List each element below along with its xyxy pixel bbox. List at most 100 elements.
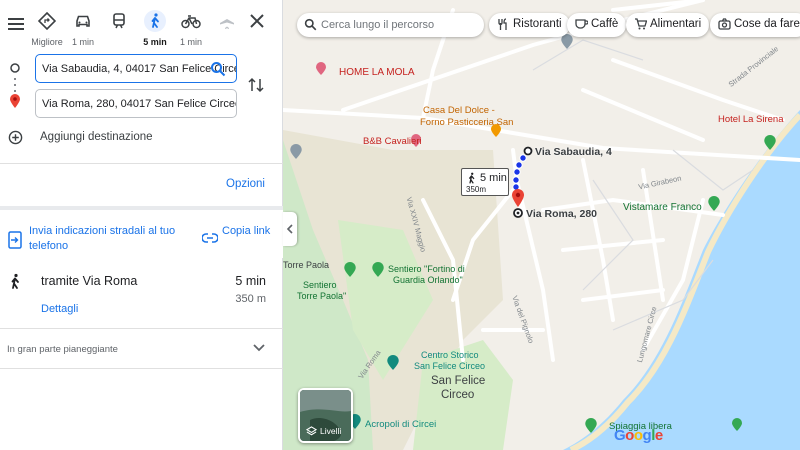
park-pin-icon[interactable] <box>343 262 357 278</box>
camera-icon <box>718 18 731 30</box>
chip-cafes[interactable]: Caffè <box>567 13 627 37</box>
layers-label: Livelli <box>320 426 342 436</box>
mode-label: 1 min <box>179 37 202 47</box>
diamond-route-icon <box>37 11 57 31</box>
route-distance: 350 m <box>235 293 266 305</box>
close-icon[interactable] <box>248 12 266 30</box>
label-fortino-2: Guardia Orlando" <box>393 275 463 285</box>
label-centro-1: Centro Storico <box>421 350 479 360</box>
label-centro-2: San Felice Circeo <box>414 361 486 371</box>
destination-value: Via Roma, 280, 04017 San Felice Circeo L… <box>42 98 237 110</box>
car-icon <box>76 15 90 27</box>
chevron-down-icon <box>253 344 265 352</box>
divider <box>0 368 283 369</box>
mode-label <box>208 37 246 47</box>
origin-input[interactable]: Via Sabaudia, 4, 04017 San Felice Circeo… <box>35 54 237 83</box>
route-callout[interactable]: 5 min 350m <box>461 168 509 196</box>
link-icon <box>202 233 218 243</box>
pin-icon[interactable] <box>731 418 743 432</box>
label-san-felice-1: San Felice <box>431 375 486 387</box>
mode-best[interactable]: Migliore <box>28 11 66 47</box>
details-link[interactable]: Dettagli <box>41 303 78 315</box>
label-bb-cavalieri: B&B Cavalieri <box>363 136 422 147</box>
park-pin-icon[interactable] <box>584 418 598 434</box>
route-option[interactable]: tramite Via Roma 5 min 350 m Dettagli <box>0 262 283 328</box>
share-section: Invia indicazioni stradali al tuo telefo… <box>0 206 283 258</box>
search-placeholder: Cerca lungo il percorso <box>321 19 435 31</box>
mode-label: 1 min <box>71 37 94 47</box>
route-time: 5 min <box>235 274 266 288</box>
hotel-pin-icon[interactable] <box>315 62 327 76</box>
options-button[interactable]: Opzioni <box>226 178 265 190</box>
airplane-icon <box>220 13 234 29</box>
label-sentiero-2: Torre Paola" <box>297 291 347 301</box>
send-to-phone-label: Invia indicazioni stradali al tuo telefo… <box>29 225 176 252</box>
label-origin-marker: Via Sabaudia, 4 <box>535 146 612 158</box>
label-sentiero-1: Sentiero <box>303 280 337 290</box>
menu-icon[interactable] <box>6 14 26 34</box>
label-torre-paola: Torre Paola <box>283 260 330 270</box>
cart-icon <box>635 18 647 30</box>
destination-input[interactable]: Via Roma, 280, 04017 San Felice Circeo L… <box>35 89 237 118</box>
route-title: tramite Via Roma <box>41 274 138 288</box>
mode-car[interactable]: 1 min <box>64 12 102 47</box>
callout-time: 5 min <box>480 172 507 184</box>
mode-label: Migliore <box>31 37 63 47</box>
chip-groceries[interactable]: Alimentari <box>626 13 710 37</box>
walk-icon <box>469 172 475 184</box>
collapse-panel-button[interactable] <box>283 212 297 246</box>
chip-things-to-do[interactable]: Cose da fare <box>710 13 800 37</box>
mode-label: 5 min <box>143 37 167 47</box>
swap-icon[interactable] <box>248 76 264 94</box>
search-along-route-input[interactable]: Cerca lungo il percorso <box>297 13 484 37</box>
chevron-left-icon <box>286 224 293 234</box>
terrain-note: In gran parte pianeggiante <box>7 344 118 355</box>
callout-distance: 350m <box>466 185 487 194</box>
coffee-icon <box>575 19 588 29</box>
label-vistamare: Vistamare Franco <box>623 202 702 213</box>
origin-value: Via Sabaudia, 4, 04017 San Felice Circeo… <box>42 63 236 75</box>
google-logo: Google <box>614 427 663 444</box>
label-casa-dolce-1: Casa Del Dolce - <box>423 105 495 116</box>
travel-modes: Migliore 1 min 5 min 1 min <box>0 10 283 50</box>
phone-send-icon <box>8 231 22 249</box>
add-destination-label: Aggiungi destinazione <box>40 131 153 143</box>
label-home-la-mola: HOME LA MOLA <box>339 67 415 78</box>
mode-transit[interactable] <box>100 12 138 47</box>
copy-link-button[interactable]: Copia link <box>202 224 276 260</box>
park-pin-icon[interactable] <box>763 135 777 151</box>
origin-marker <box>523 146 533 156</box>
directions-panel: Migliore 1 min 5 min 1 min Via Sabaudia,… <box>0 0 283 450</box>
layers-button[interactable]: Livelli <box>298 388 353 443</box>
landmark-pin-icon[interactable] <box>386 355 400 371</box>
send-to-phone-button[interactable]: Invia indicazioni stradali al tuo telefo… <box>8 224 193 260</box>
walk-icon <box>11 273 19 289</box>
chip-label: Caffè <box>591 18 619 30</box>
place-pin-icon[interactable] <box>560 34 574 50</box>
add-destination-button[interactable]: Aggiungi destinazione <box>8 129 268 147</box>
label-san-felice-2: Circeo <box>441 389 475 401</box>
mode-walk[interactable]: 5 min <box>136 10 174 47</box>
divider <box>0 328 283 329</box>
label-hotel-sirena: Hotel La Sirena <box>718 114 784 125</box>
terrain-info[interactable]: In gran parte pianeggiante <box>0 333 283 367</box>
chip-restaurants[interactable]: Ristoranti <box>489 13 570 37</box>
park-pin-icon[interactable] <box>707 196 721 212</box>
search-icon[interactable] <box>210 61 226 77</box>
bicycle-icon <box>181 15 201 29</box>
chip-label: Cose da fare <box>734 18 800 30</box>
copy-link-label: Copia link <box>222 225 271 237</box>
mode-bike[interactable]: 1 min <box>172 12 210 47</box>
search-icon <box>304 18 317 31</box>
label-fortino-1: Sentiero "Fortino di <box>388 264 465 274</box>
add-circle-icon <box>8 130 23 145</box>
label-casa-dolce-2: Forno Pasticceria San <box>420 117 514 128</box>
mode-label <box>100 37 138 47</box>
mode-flight[interactable] <box>208 12 246 47</box>
train-icon <box>113 13 125 29</box>
walk-icon <box>151 13 159 28</box>
chip-label: Ristoranti <box>513 18 562 30</box>
place-pin-icon[interactable] <box>289 144 303 160</box>
map-canvas[interactable]: HOME LA MOLA Casa Del Dolce - Forno Past… <box>283 0 800 450</box>
park-pin-icon[interactable] <box>371 262 385 278</box>
